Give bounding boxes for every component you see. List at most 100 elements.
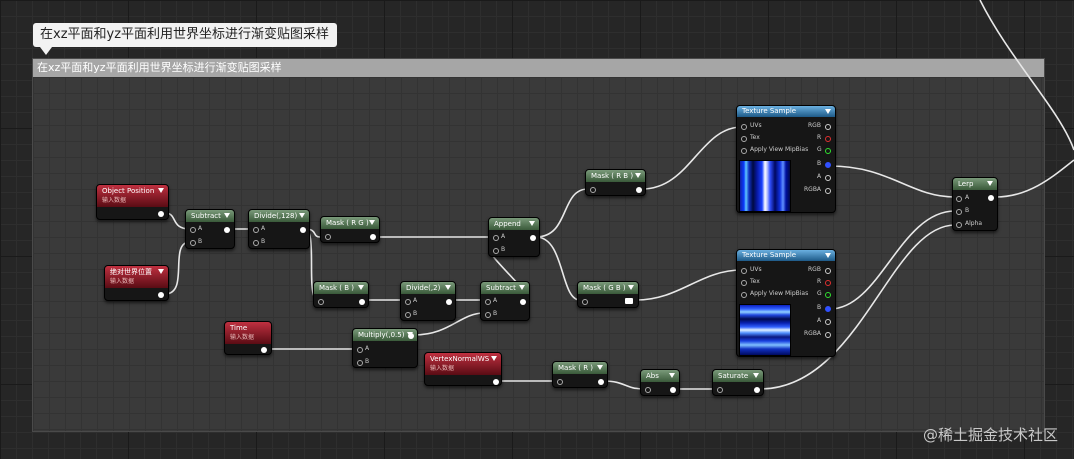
- output-pin[interactable]: [754, 387, 760, 393]
- node-vertex-normal-ws[interactable]: VertexNormalWS 输入数据: [424, 352, 502, 386]
- node-world-position[interactable]: 绝对世界位置 输入数据: [104, 265, 169, 301]
- node-saturate[interactable]: Saturate: [712, 369, 764, 396]
- output-pin[interactable]: [261, 347, 267, 353]
- output-pin[interactable]: [359, 299, 365, 305]
- input-pin-a[interactable]: [253, 227, 259, 233]
- input-pin-a[interactable]: [357, 347, 363, 353]
- output-pin-rgba[interactable]: [825, 332, 831, 338]
- input-pin-b[interactable]: [405, 312, 411, 318]
- input-pin-uvs[interactable]: [741, 268, 747, 274]
- output-pin-rgb[interactable]: [825, 268, 831, 274]
- collapse-arrow-icon[interactable]: [358, 285, 364, 290]
- collapse-arrow-icon[interactable]: [224, 213, 230, 218]
- input-pin[interactable]: [645, 387, 651, 393]
- output-pin-b[interactable]: [825, 306, 831, 312]
- input-pin[interactable]: [557, 379, 563, 385]
- collapse-arrow-icon[interactable]: [628, 285, 634, 290]
- output-pin-g[interactable]: [825, 292, 831, 298]
- collapse-arrow-icon[interactable]: [669, 373, 675, 378]
- input-pin-a[interactable]: [956, 196, 962, 202]
- input-pin-uvs[interactable]: [741, 124, 747, 130]
- output-pin[interactable]: [493, 379, 499, 385]
- node-mask-rg[interactable]: Mask ( R G ): [320, 216, 380, 243]
- output-pin-r[interactable]: [825, 280, 831, 286]
- node-append[interactable]: Append A B: [488, 217, 540, 257]
- input-pin-a[interactable]: [485, 299, 491, 305]
- input-pin[interactable]: [590, 187, 596, 193]
- collapse-arrow-icon[interactable]: [753, 373, 759, 378]
- output-pin-a[interactable]: [825, 319, 831, 325]
- node-divide-2[interactable]: Divide(,2) A B: [400, 281, 456, 321]
- pin-label-g: G: [817, 146, 822, 153]
- collapse-arrow-icon[interactable]: [158, 269, 164, 274]
- input-pin[interactable]: [582, 299, 588, 305]
- node-mask-gb[interactable]: Mask ( G B ): [577, 281, 639, 308]
- node-mask-b[interactable]: Mask ( B ): [313, 281, 369, 308]
- input-pin-alpha[interactable]: [956, 222, 962, 228]
- input-pin-b[interactable]: [357, 360, 363, 366]
- output-pin[interactable]: [625, 298, 633, 304]
- output-pin-a[interactable]: [825, 175, 831, 181]
- output-pin[interactable]: [370, 234, 376, 240]
- output-pin-rgb[interactable]: [825, 124, 831, 130]
- input-pin-b[interactable]: [190, 240, 196, 246]
- node-texture-sample-2[interactable]: Texture Sample UVs Tex Apply View MipBia…: [736, 249, 836, 357]
- node-multiply[interactable]: Multiply(,0.5) A B: [352, 328, 418, 368]
- wire-append-maskgb: [535, 236, 581, 301]
- node-time[interactable]: Time 输入数据: [224, 321, 272, 355]
- collapse-arrow-icon[interactable]: [635, 173, 641, 178]
- output-pin[interactable]: [408, 333, 414, 339]
- output-pin[interactable]: [300, 227, 306, 233]
- pin-label-a: A: [965, 194, 970, 201]
- node-lerp[interactable]: Lerp A B Alpha: [952, 177, 998, 231]
- node-subtract-1[interactable]: Subtract A B: [185, 209, 235, 249]
- node-texture-sample-1[interactable]: Texture Sample UVs Tex Apply View MipBia…: [736, 105, 836, 213]
- collapse-arrow-icon[interactable]: [369, 220, 375, 225]
- input-pin-b[interactable]: [253, 240, 259, 246]
- output-pin-b[interactable]: [825, 162, 831, 168]
- input-pin[interactable]: [717, 387, 723, 393]
- collapse-arrow-icon[interactable]: [597, 365, 603, 370]
- output-pin[interactable]: [446, 299, 452, 305]
- collapse-arrow-icon[interactable]: [529, 221, 535, 226]
- input-pin-tex[interactable]: [741, 280, 747, 286]
- node-divide-128[interactable]: Divide(,128) A B: [248, 209, 310, 249]
- output-pin[interactable]: [520, 299, 526, 305]
- input-pin-b[interactable]: [956, 209, 962, 215]
- output-pin[interactable]: [636, 187, 642, 193]
- output-pin[interactable]: [158, 292, 164, 298]
- collapse-arrow-icon[interactable]: [987, 181, 993, 186]
- output-pin-rgba[interactable]: [825, 188, 831, 194]
- node-mask-rb[interactable]: Mask ( R B ): [585, 169, 646, 196]
- output-pin-g[interactable]: [825, 148, 831, 154]
- collapse-arrow-icon[interactable]: [299, 213, 305, 218]
- input-pin-mipbias[interactable]: [741, 148, 747, 154]
- collapse-arrow-icon[interactable]: [491, 356, 497, 361]
- input-pin-a[interactable]: [405, 299, 411, 305]
- node-subtract-2[interactable]: Subtract A B: [480, 281, 530, 321]
- output-pin[interactable]: [598, 379, 604, 385]
- output-pin[interactable]: [224, 227, 230, 233]
- collapse-arrow-icon[interactable]: [445, 285, 451, 290]
- output-pin[interactable]: [988, 195, 994, 201]
- input-pin-a[interactable]: [190, 227, 196, 233]
- node-abs[interactable]: Abs: [640, 369, 680, 396]
- input-pin[interactable]: [325, 234, 331, 240]
- node-mask-r[interactable]: Mask ( R ): [552, 361, 608, 388]
- input-pin[interactable]: [318, 299, 324, 305]
- input-pin-b[interactable]: [493, 248, 499, 254]
- input-pin-b[interactable]: [485, 312, 491, 318]
- collapse-arrow-icon[interactable]: [825, 109, 831, 114]
- collapse-arrow-icon[interactable]: [158, 188, 164, 193]
- input-pin-mipbias[interactable]: [741, 292, 747, 298]
- output-pin[interactable]: [530, 235, 536, 241]
- input-pin-tex[interactable]: [741, 136, 747, 142]
- collapse-arrow-icon[interactable]: [825, 253, 831, 258]
- node-saturate-header: Saturate: [713, 370, 763, 382]
- input-pin-a[interactable]: [493, 235, 499, 241]
- node-object-position[interactable]: Object Position 输入数据: [96, 184, 169, 220]
- output-pin[interactable]: [670, 387, 676, 393]
- output-pin[interactable]: [158, 211, 164, 217]
- output-pin-r[interactable]: [825, 136, 831, 142]
- collapse-arrow-icon[interactable]: [519, 285, 525, 290]
